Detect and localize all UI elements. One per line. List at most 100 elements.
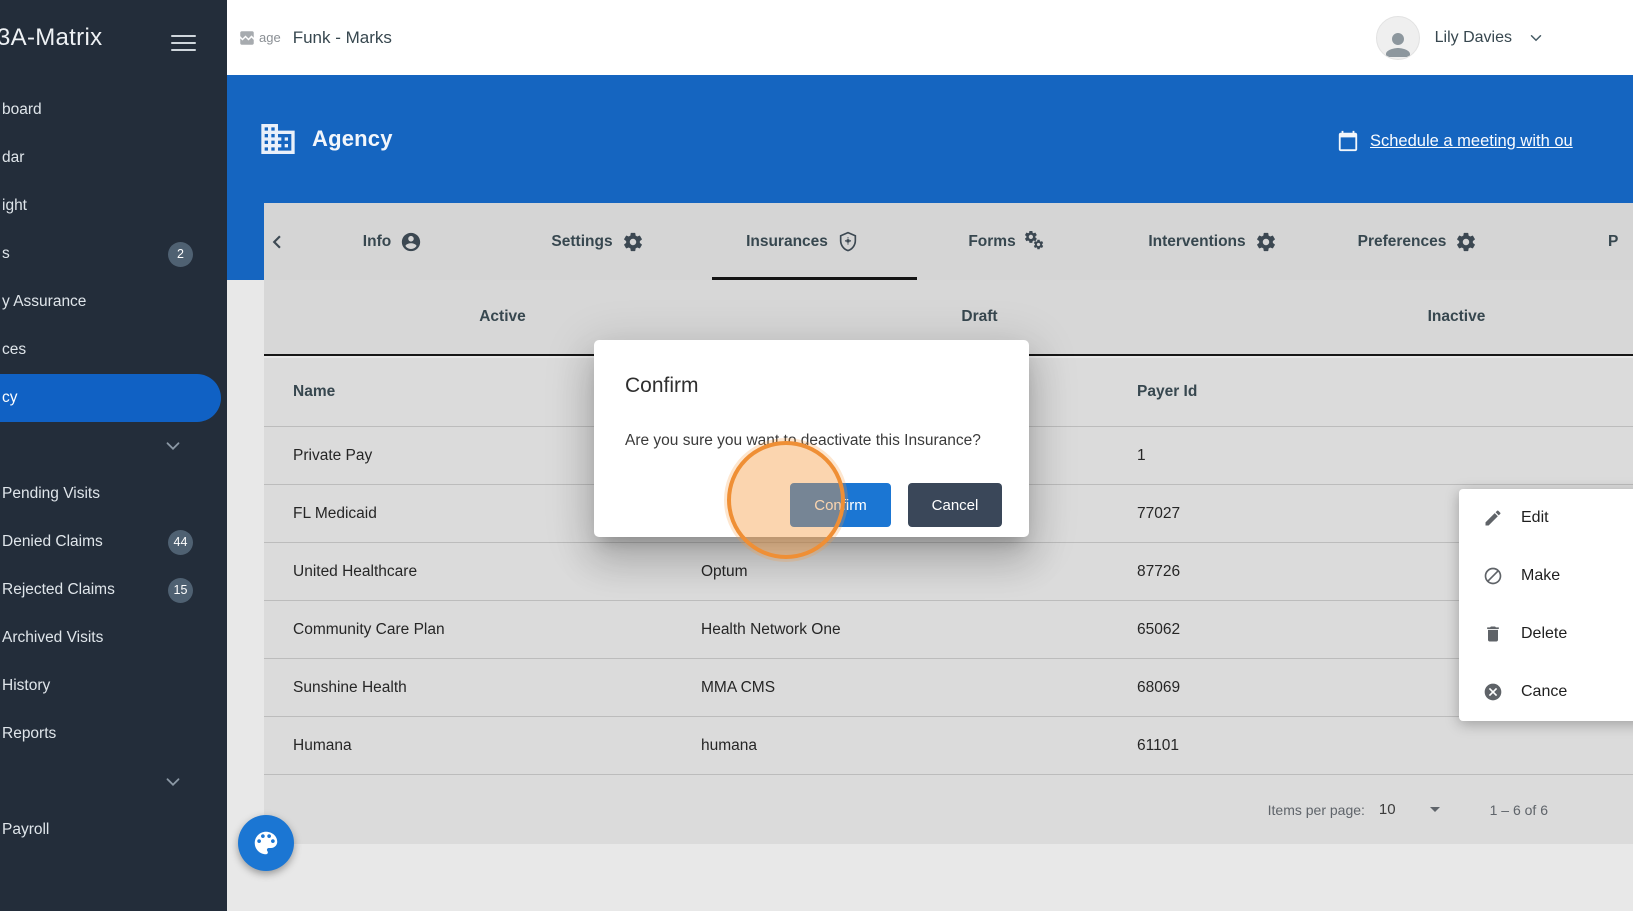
row-context-menu: Edit Make Delete Cance — [1459, 489, 1633, 721]
cell-payer-id: 1 — [1137, 447, 1633, 465]
sidebar-item-pending-visits[interactable]: Pending Visits — [0, 470, 227, 518]
sidebar-item-ces[interactable]: ces — [0, 326, 227, 374]
chevron-down-icon — [162, 435, 184, 457]
items-per-page-select[interactable]: 10 — [1379, 801, 1440, 818]
tab-forms[interactable]: Forms — [905, 203, 1110, 280]
sidebar-item-label: board — [0, 101, 42, 119]
brand-title: 3A-Matrix — [0, 24, 102, 52]
trash-icon — [1483, 624, 1503, 644]
menu-item-label: Cance — [1521, 683, 1567, 701]
chevron-down-icon — [1527, 29, 1545, 47]
tab-label: P — [1608, 233, 1618, 251]
cancel-button[interactable]: Cancel — [908, 483, 1002, 527]
tab-label: Insurances — [746, 233, 828, 251]
sidebar-item-denied-claims[interactable]: Denied Claims 44 — [0, 518, 227, 566]
avatar — [1376, 16, 1420, 60]
palette-icon — [251, 828, 281, 858]
sidebar-item-label: ight — [0, 197, 27, 215]
agency-building-icon — [258, 119, 298, 159]
cell-middle: Health Network One — [701, 621, 1137, 639]
agency-heading: Agency — [258, 119, 393, 159]
gear-icon — [622, 231, 644, 253]
table-row[interactable]: Community Care Plan Health Network One 6… — [264, 600, 1633, 658]
sidebar-item-payroll[interactable]: Payroll — [0, 806, 227, 854]
table-row[interactable]: Sunshine Health MMA CMS 68069 — [264, 658, 1633, 716]
shield-icon — [837, 231, 859, 253]
sidebar-item-label: Reports — [0, 725, 56, 743]
cell-name: Humana — [264, 737, 701, 755]
sidebar-item-label: Pending Visits — [0, 485, 100, 503]
menu-item-label: Make — [1521, 567, 1560, 585]
sidebar-item-dar[interactable]: dar — [0, 134, 227, 182]
tab-info[interactable]: Info — [290, 203, 495, 280]
schedule-meeting-link[interactable]: Schedule a meeting with ou — [1337, 130, 1573, 152]
dialog-title: Confirm — [625, 374, 699, 398]
theme-widget-fab[interactable] — [238, 815, 294, 871]
paginator-range: 1 – 6 of 6 — [1490, 802, 1548, 818]
page-title: Funk - Marks — [293, 28, 392, 48]
dialog-message: Are you sure you want to deactivate this… — [625, 432, 981, 450]
tab-label: Interventions — [1148, 233, 1245, 251]
cell-name: United Healthcare — [264, 563, 701, 581]
paginator: Items per page: 10 1 – 6 of 6 — [264, 774, 1633, 844]
user-name: Lily Davies — [1435, 29, 1512, 47]
menu-icon[interactable] — [171, 30, 196, 56]
sidebar-item-label: dar — [0, 149, 24, 167]
cell-middle: humana — [701, 737, 1137, 755]
sidebar-item-badge: 2 — [168, 242, 193, 267]
sidebar-item-cy[interactable]: cy — [0, 374, 221, 422]
sidebar: 3A-Matrix board dar ight s 2 y Assurance… — [0, 0, 227, 911]
user-menu[interactable]: Lily Davies — [1376, 0, 1545, 75]
broken-logo-image: age — [238, 29, 281, 47]
tab-preferences[interactable]: Preferences — [1315, 203, 1520, 280]
menu-item-edit[interactable]: Edit — [1459, 489, 1633, 547]
cell-payer-id: 61101 — [1137, 737, 1633, 755]
cancel-icon — [1483, 682, 1503, 702]
items-per-page-label: Items per page: — [1268, 802, 1365, 818]
sidebar-item-reports[interactable]: Reports — [0, 710, 227, 758]
tab-settings[interactable]: Settings — [495, 203, 700, 280]
topbar: age Funk - Marks Lily Davies — [227, 0, 1633, 75]
section-title: Agency — [312, 126, 393, 152]
tab-label: Preferences — [1358, 233, 1447, 251]
tabs-back-chevron[interactable] — [264, 203, 290, 280]
sidebar-item-label: History — [0, 677, 50, 695]
sidebar-section-chevron[interactable] — [0, 422, 227, 470]
app-root: Agency Schedule a meeting with ou age Fu… — [0, 0, 1633, 911]
tab-insurances[interactable]: Insurances — [700, 203, 905, 280]
sidebar-header: 3A-Matrix — [0, 0, 227, 75]
sidebar-item-label: cy — [0, 389, 18, 407]
menu-item-make[interactable]: Make — [1459, 547, 1633, 605]
menu-item-cance[interactable]: Cance — [1459, 663, 1633, 721]
sidebar-item-label: Archived Visits — [0, 629, 103, 647]
gears-icon — [1025, 231, 1047, 253]
sidebar-item-board[interactable]: board — [0, 86, 227, 134]
sidebar-item-label: Rejected Claims — [0, 581, 115, 599]
broken-image-icon — [238, 29, 256, 47]
sidebar-item-ight[interactable]: ight — [0, 182, 227, 230]
cell-middle: MMA CMS — [701, 679, 1137, 697]
confirm-button[interactable]: Confirm — [790, 483, 891, 527]
items-per-page-value: 10 — [1379, 801, 1396, 818]
subtab-inactive[interactable]: Inactive — [1218, 280, 1633, 354]
table-row[interactable]: United Healthcare Optum 87726 — [264, 542, 1633, 600]
sidebar-section-chevron[interactable] — [0, 758, 227, 806]
sidebar-item-y-assurance[interactable]: y Assurance — [0, 278, 227, 326]
sidebar-item-s[interactable]: s 2 — [0, 230, 227, 278]
sidebar-nav: board dar ight s 2 y Assurance ces cy Pe… — [0, 86, 227, 854]
cell-middle: Optum — [701, 563, 1137, 581]
sidebar-item-badge: 44 — [168, 530, 193, 555]
sidebar-item-rejected-claims[interactable]: Rejected Claims 15 — [0, 566, 227, 614]
person-icon — [400, 231, 422, 253]
logo-alt-text: age — [259, 30, 281, 45]
tab-label: Info — [363, 233, 391, 251]
tab-interventions[interactable]: Interventions — [1110, 203, 1315, 280]
tab-bar: Info Settings Insurances Forms Intervent… — [264, 203, 1633, 280]
tab-label: Settings — [551, 233, 612, 251]
sidebar-item-archived-visits[interactable]: Archived Visits — [0, 614, 227, 662]
sidebar-item-history[interactable]: History — [0, 662, 227, 710]
tab-p[interactable]: P — [1520, 203, 1633, 280]
table-row[interactable]: Humana humana 61101 — [264, 716, 1633, 774]
block-icon — [1483, 566, 1503, 586]
menu-item-delete[interactable]: Delete — [1459, 605, 1633, 663]
